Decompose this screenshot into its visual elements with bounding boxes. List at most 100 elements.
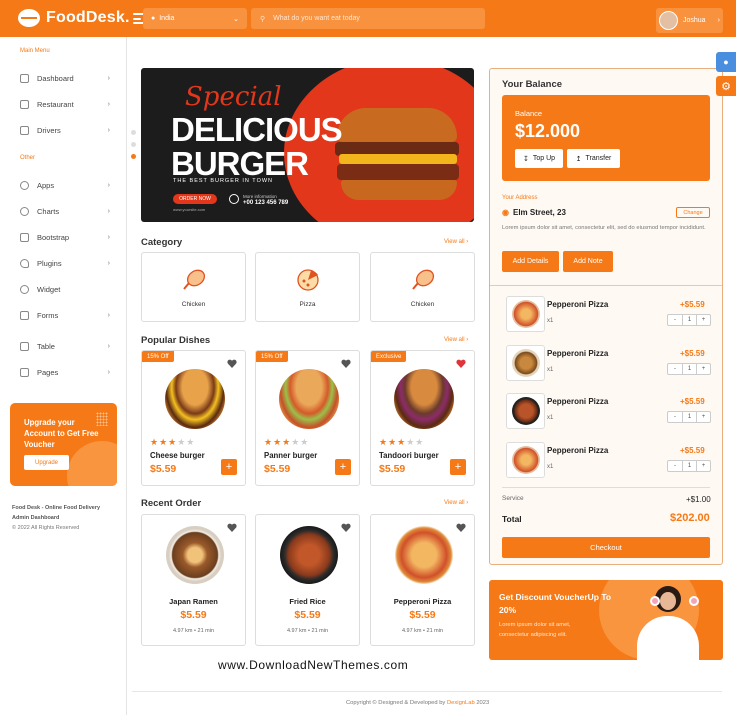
minus-button[interactable]: - [668,315,682,325]
add-note-button[interactable]: Add Note [563,251,613,272]
sidebar-item-plugins[interactable]: Plugins › [20,256,110,270]
carousel-dot-active[interactable] [131,154,136,159]
location-value: India [159,15,175,22]
order-name: Pepperoni Pizza [393,597,452,606]
category-view-all[interactable]: View all › [444,239,468,245]
add-details-button[interactable]: Add Details [502,251,559,272]
dish-card[interactable]: 15% Off ★★★★★ Panner burger $5.59 + [255,350,360,486]
sidebar-item-apps[interactable]: Apps › [20,178,110,192]
sidebar-item-forms[interactable]: Forms › [20,308,110,322]
sidebar-item-bootstrap[interactable]: Bootstrap › [20,230,110,244]
dish-card[interactable]: Exclusive ★★★★★ Tandoori burger $5.59 + [370,350,475,486]
quantity-value: 1 [682,461,696,471]
order-item-image [506,393,545,429]
minus-button[interactable]: - [668,364,682,374]
quantity-stepper[interactable]: -1 + [667,411,711,423]
banner-script: Special [185,82,282,112]
total-label: Total [502,514,522,524]
heart-icon[interactable] [227,359,237,368]
dish-name: Cheese burger [150,451,205,460]
sidebar-item-label: Drivers [37,125,61,135]
checkout-button[interactable]: Checkout [502,537,710,558]
search-input[interactable]: ⚲ What do you want eat today [251,8,485,29]
quantity-stepper[interactable]: -1 + [667,314,711,326]
sidebar-item-label: Forms [37,310,59,320]
quantity-stepper[interactable]: -1 + [667,460,711,472]
chicken-leg-icon [182,269,205,290]
dish-price: $5.59 [150,463,177,475]
sidebar-item-table[interactable]: Table › [20,339,110,353]
dashboard-icon [20,73,29,83]
burger-image [394,369,454,429]
sidebar-item-pages[interactable]: Pages › [20,365,110,379]
chevron-right-icon: › [107,342,110,350]
sidebar-item-charts[interactable]: Charts › [20,204,110,218]
gear-icon[interactable]: ⚙ [716,76,736,96]
sidebar-item-widget[interactable]: Widget [20,282,110,296]
location-pin-icon: ◉ [502,208,509,217]
sidebar-item-label: Widget [37,284,61,294]
category-card[interactable]: Chicken [370,252,475,322]
sidebar-item-restaurant[interactable]: Restaurant › [20,97,110,111]
location-select[interactable]: ● India ⌄ [143,8,247,29]
rating-stars: ★★★★★ [379,437,425,447]
popular-view-all[interactable]: View all › [444,337,468,343]
balance-amount: $12.000 [515,121,581,141]
heart-icon[interactable] [456,523,466,532]
transfer-button[interactable]: ↥ Transfer [567,149,620,168]
chevron-right-icon: › [107,233,110,241]
chevron-right-icon: › [107,181,110,189]
footer-brand-link[interactable]: DexignLab [447,700,475,706]
plus-button[interactable]: + [696,364,710,374]
recent-order-card[interactable]: Pepperoni Pizza $5.59 4.97 km • 21 min [370,514,475,646]
chevron-right-icon: › [107,207,110,215]
recent-view-all[interactable]: View all › [444,500,468,506]
category-card[interactable]: Pizza [255,252,360,322]
total-value: $202.00 [670,512,710,524]
order-now-button[interactable]: ORDER NOW [173,194,217,204]
carousel-dot[interactable] [131,130,136,135]
brand-name: FoodDesk. [46,9,130,26]
heart-icon[interactable] [341,523,351,532]
minus-button[interactable]: - [668,461,682,471]
carousel-dot[interactable] [131,142,136,147]
order-item-name: Pepperoni Pizza [547,397,609,406]
add-to-cart-button[interactable]: + [450,459,466,475]
brand-logo[interactable]: FoodDesk. [18,9,130,27]
order-meta: 4.97 km • 21 min [401,628,444,634]
footer-copyright: Copyright © Designed & Developed by Dexi… [346,700,490,706]
recent-order-card[interactable]: Fried Rice $5.59 4.97 km • 21 min [255,514,360,646]
search-icon: ⚲ [260,15,266,23]
chevron-right-icon: › [107,311,110,319]
recent-order-title: Recent Order [141,498,202,509]
plus-button[interactable]: + [696,461,710,471]
recent-order-card[interactable]: Japan Ramen $5.59 4.97 km • 21 min [141,514,246,646]
user-menu[interactable]: Joshua › [656,8,723,33]
add-to-cart-button[interactable]: + [221,459,237,475]
theme-drop-icon[interactable]: ● [716,52,736,72]
dish-card[interactable]: 15% Off ★★★★★ Cheese burger $5.59 + [141,350,246,486]
voucher-promo-card[interactable]: Get Discount VoucherUp To 20% Lorem ipsu… [489,580,723,660]
sidebar-item-label: Apps [37,180,55,190]
dish-price: $5.59 [379,463,406,475]
promo-banner[interactable]: Special DELICIOUS BURGER THE BEST BURGER… [141,68,474,222]
banner-phone: +00 123 456 789 [243,200,289,206]
upgrade-button[interactable]: Upgrade [24,455,69,470]
plus-button[interactable]: + [696,315,710,325]
quantity-stepper[interactable]: -1 + [667,363,711,375]
category-label: Chicken [410,300,435,308]
heart-icon[interactable] [341,359,351,368]
plus-button[interactable]: + [696,412,710,422]
upload-icon: ↥ [575,155,582,163]
sidebar-item-dashboard[interactable]: Dashboard › [20,71,110,85]
minus-button[interactable]: - [668,412,682,422]
sidebar-item-label: Restaurant [37,99,74,109]
change-address-button[interactable]: Change [676,207,710,218]
add-to-cart-button[interactable]: + [335,459,351,475]
category-card[interactable]: Chicken [141,252,246,322]
heart-filled-icon[interactable] [456,359,466,368]
heart-icon[interactable] [227,523,237,532]
order-name: Fried Rice [289,597,326,606]
sidebar-item-drivers[interactable]: Drivers › [20,123,110,137]
top-up-button[interactable]: ↧ Top Up [515,149,563,168]
